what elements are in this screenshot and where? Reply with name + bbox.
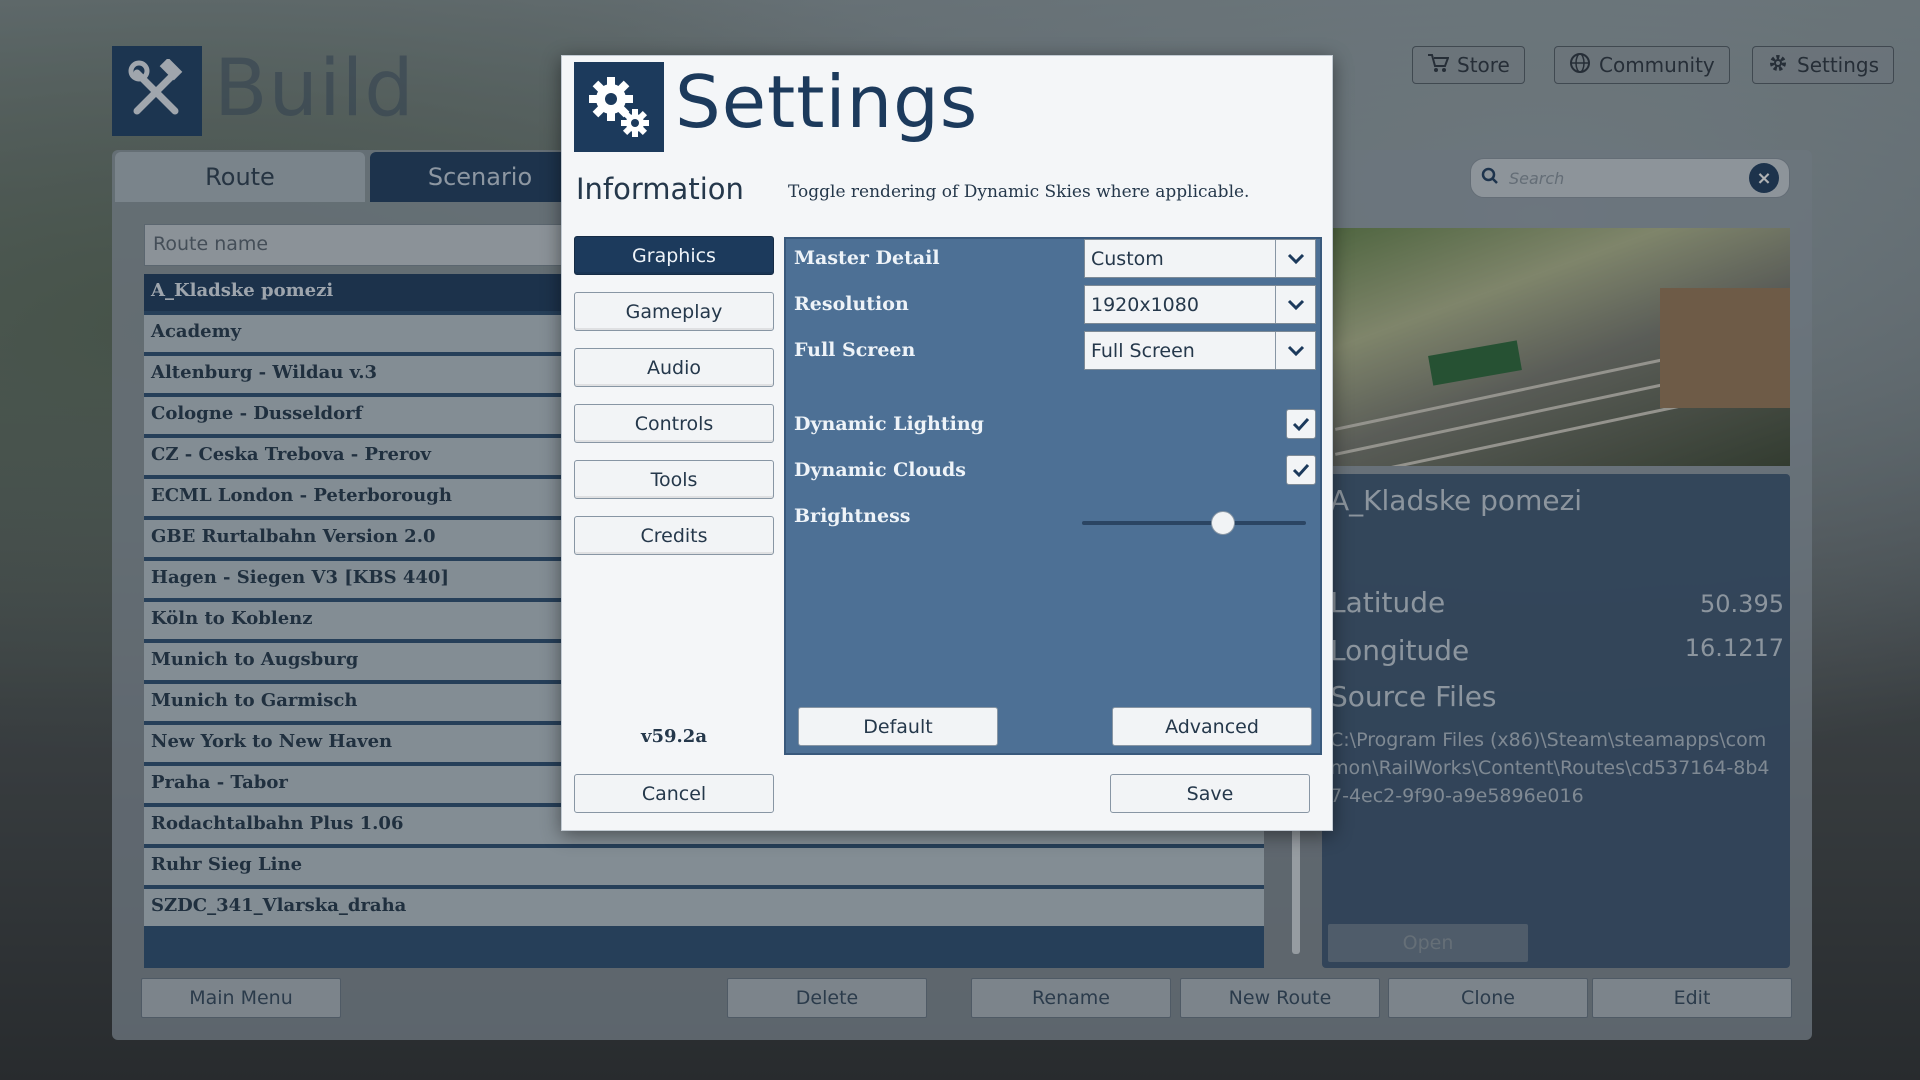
master-detail-value: Custom: [1091, 248, 1164, 270]
chevron-down-icon[interactable]: [1275, 286, 1315, 323]
brightness-label: Brightness: [794, 505, 911, 527]
version-label: v59.2a: [641, 726, 707, 747]
dialog-title: Settings: [675, 60, 979, 144]
save-button[interactable]: Save: [1110, 774, 1310, 813]
resolution-dropdown[interactable]: 1920x1080: [1084, 285, 1316, 324]
tab-gameplay[interactable]: Gameplay: [574, 292, 774, 331]
dynamic-clouds-checkbox[interactable]: [1286, 455, 1316, 485]
tab-graphics[interactable]: Graphics: [574, 236, 774, 275]
tab-tools[interactable]: Tools: [574, 460, 774, 499]
settings-dialog: Settings Information Toggle rendering of…: [561, 55, 1333, 831]
default-button[interactable]: Default: [798, 707, 998, 746]
dynamic-lighting-checkbox[interactable]: [1286, 409, 1316, 439]
tab-controls[interactable]: Controls: [574, 404, 774, 443]
resolution-label: Resolution: [794, 293, 909, 315]
brightness-slider-handle[interactable]: [1211, 511, 1236, 535]
information-text: Toggle rendering of Dynamic Skies where …: [788, 182, 1250, 202]
checkmark-icon: [1292, 463, 1310, 478]
advanced-button[interactable]: Advanced: [1112, 707, 1312, 746]
graphics-settings-panel: Master Detail Custom Resolution 1920x108…: [784, 237, 1322, 755]
dynamic-lighting-label: Dynamic Lighting: [794, 413, 984, 435]
tab-credits[interactable]: Credits: [574, 516, 774, 555]
chevron-down-icon[interactable]: [1275, 240, 1315, 277]
master-detail-dropdown[interactable]: Custom: [1084, 239, 1316, 278]
settings-gears-icon: [574, 62, 664, 152]
full-screen-label: Full Screen: [794, 339, 916, 361]
full-screen-value: Full Screen: [1091, 340, 1195, 362]
resolution-value: 1920x1080: [1091, 294, 1199, 316]
cancel-button[interactable]: Cancel: [574, 774, 774, 813]
chevron-down-icon[interactable]: [1275, 332, 1315, 369]
brightness-slider[interactable]: [1082, 511, 1306, 535]
master-detail-label: Master Detail: [794, 247, 940, 269]
information-heading: Information: [576, 172, 744, 206]
tab-audio[interactable]: Audio: [574, 348, 774, 387]
dynamic-clouds-label: Dynamic Clouds: [794, 459, 966, 481]
full-screen-dropdown[interactable]: Full Screen: [1084, 331, 1316, 370]
checkmark-icon: [1292, 417, 1310, 432]
